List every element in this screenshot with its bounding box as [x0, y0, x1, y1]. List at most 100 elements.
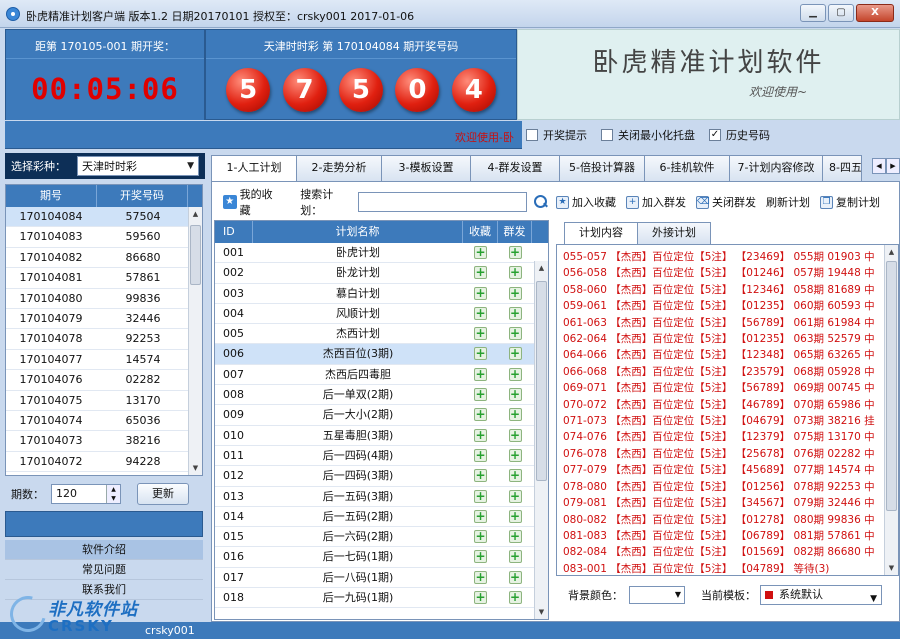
table-row[interactable]: 018 后一九码(1期) + + — [215, 588, 548, 609]
tab-broadcast[interactable]: 4-群发设置 — [470, 155, 560, 181]
broadcast-add-button[interactable]: + — [498, 304, 532, 323]
table-row[interactable]: 008 后一单双(2期) + + — [215, 385, 548, 406]
broadcast-add-button[interactable]: + — [498, 487, 532, 506]
refresh-button[interactable]: 更新 — [137, 483, 189, 505]
history-scrollbar[interactable]: ▲ ▼ — [188, 207, 202, 475]
table-row[interactable]: 013 后一五码(3期) + + — [215, 487, 548, 507]
table-row[interactable]: 014 后一五码(2期) + + — [215, 507, 548, 528]
maximize-button[interactable]: ▢ — [828, 4, 854, 22]
template-select[interactable]: 系统默认 ▼ — [760, 585, 882, 605]
table-row[interactable]: 170104076 02282 — [6, 370, 202, 391]
scroll-down-icon[interactable]: ▼ — [885, 561, 898, 575]
broadcast-add-button[interactable]: + — [498, 365, 532, 384]
search-icon[interactable] — [533, 194, 549, 210]
favorite-add-button[interactable]: + — [463, 568, 498, 587]
copy-plan-button[interactable]: ❐ 复制计划 — [820, 194, 880, 210]
favorite-add-button[interactable]: + — [463, 507, 498, 526]
refresh-plan-button[interactable]: 刷新计划 — [766, 194, 810, 210]
table-row[interactable]: 007 杰西后四毒胆 + + — [215, 365, 548, 386]
broadcast-add-button[interactable]: + — [498, 466, 532, 485]
subtab-plan-content[interactable]: 计划内容 — [564, 222, 638, 244]
favorite-add-button[interactable]: + — [463, 324, 498, 343]
table-row[interactable]: 002 卧龙计划 + + — [215, 263, 548, 284]
scroll-down-icon[interactable]: ▼ — [189, 461, 202, 475]
broadcast-add-button[interactable]: + — [498, 568, 532, 587]
close-broadcast-button[interactable]: ⌫ 关闭群发 — [696, 194, 756, 210]
table-row[interactable]: 006 杰西百位(3期) + + — [215, 344, 548, 365]
scroll-thumb[interactable] — [886, 261, 897, 511]
close-button[interactable]: X — [856, 4, 894, 22]
favorite-add-button[interactable]: + — [463, 243, 498, 262]
broadcast-add-button[interactable]: + — [498, 507, 532, 526]
table-row[interactable]: 005 杰西计划 + + — [215, 324, 548, 345]
table-row[interactable]: 170104079 32446 — [6, 309, 202, 330]
favorite-add-button[interactable]: + — [463, 284, 498, 303]
table-row[interactable]: 170104075 13170 — [6, 391, 202, 411]
tab-plan-edit[interactable]: 7-计划内容修改 — [729, 155, 823, 181]
table-row[interactable]: 017 后一八码(1期) + + — [215, 568, 548, 589]
nav-item-intro[interactable]: 软件介绍 — [5, 540, 203, 560]
table-row[interactable]: 001 卧虎计划 + + — [215, 243, 548, 264]
favorite-add-button[interactable]: + — [463, 446, 498, 465]
scroll-down-icon[interactable]: ▼ — [535, 605, 548, 619]
table-row[interactable]: 009 后一大小(2期) + + — [215, 405, 548, 426]
table-row[interactable]: 170104080 99836 — [6, 289, 202, 309]
spin-arrows-icon[interactable]: ▲ ▼ — [106, 485, 120, 503]
scroll-up-icon[interactable]: ▲ — [885, 245, 898, 259]
table-row[interactable]: 170104084 57504 — [6, 207, 202, 228]
my-favorites-button[interactable]: 我的收藏 — [240, 186, 283, 218]
broadcast-add-button[interactable]: + — [498, 547, 532, 566]
broadcast-add-button[interactable]: + — [498, 588, 532, 607]
scroll-thumb[interactable] — [190, 225, 201, 285]
tab-trend[interactable]: 2-走势分析 — [296, 155, 382, 181]
lottery-select[interactable]: 天津时时彩 ▼ — [77, 156, 199, 176]
tab-calculator[interactable]: 5-倍投计算器 — [559, 155, 645, 181]
favorite-add-button[interactable]: + — [463, 426, 498, 445]
subtab-external-plan[interactable]: 外接计划 — [637, 222, 711, 244]
tab-more[interactable]: 8-四五 — [822, 155, 862, 181]
tab-hangup[interactable]: 6-挂机软件 — [644, 155, 730, 181]
minimize-button[interactable]: ▁ — [800, 4, 826, 22]
chevron-left-icon[interactable]: ◀ — [872, 158, 886, 174]
bg-color-picker[interactable]: ▼ — [629, 586, 685, 604]
scroll-up-icon[interactable]: ▲ — [189, 207, 202, 221]
plan-content-box[interactable]: 055-057 【杰西】百位定位【5注】 【23469】 055期 01903 … — [556, 244, 899, 576]
table-row[interactable]: 170104081 57861 — [6, 268, 202, 289]
favorite-add-button[interactable]: + — [463, 263, 498, 282]
scroll-up-icon[interactable]: ▲ — [535, 261, 548, 275]
table-row[interactable]: 170104082 86680 — [6, 248, 202, 269]
add-broadcast-button[interactable]: + 加入群发 — [626, 194, 686, 210]
tab-template[interactable]: 3-模板设置 — [381, 155, 471, 181]
search-input[interactable] — [357, 192, 528, 212]
favorite-add-button[interactable]: + — [463, 344, 498, 363]
favorite-add-button[interactable]: + — [463, 304, 498, 323]
favorite-add-button[interactable]: + — [463, 466, 498, 485]
add-favorite-button[interactable]: ★ 加入收藏 — [556, 194, 616, 210]
favorite-add-button[interactable]: + — [463, 405, 498, 424]
table-row[interactable]: 170104077 14574 — [6, 350, 202, 371]
table-row[interactable]: 016 后一七码(1期) + + — [215, 547, 548, 568]
nav-item-faq[interactable]: 常见问题 — [5, 560, 203, 580]
broadcast-add-button[interactable]: + — [498, 446, 532, 465]
favorite-add-button[interactable]: + — [463, 487, 498, 506]
broadcast-add-button[interactable]: + — [498, 405, 532, 424]
table-row[interactable]: 170104078 92253 — [6, 329, 202, 350]
option-history-numbers[interactable]: ✓ 历史号码 — [709, 127, 770, 143]
plan-list-scrollbar[interactable]: ▲ ▼ — [534, 261, 548, 619]
chevron-right-icon[interactable]: ▶ — [886, 158, 900, 174]
table-row[interactable]: 003 慕白计划 + + — [215, 284, 548, 304]
broadcast-add-button[interactable]: + — [498, 385, 532, 404]
table-row[interactable]: 015 后一六码(2期) + + — [215, 527, 548, 548]
table-row[interactable]: 170104083 59560 — [6, 227, 202, 248]
table-row[interactable]: 010 五星毒胆(3期) + + — [215, 426, 548, 446]
checkbox[interactable] — [601, 129, 613, 141]
periods-input[interactable]: 120 ▲ ▼ — [51, 484, 121, 504]
favorite-add-button[interactable]: + — [463, 385, 498, 404]
broadcast-add-button[interactable]: + — [498, 243, 532, 262]
table-row[interactable]: 012 后一四码(3期) + + — [215, 466, 548, 487]
favorite-add-button[interactable]: + — [463, 547, 498, 566]
table-row[interactable]: 004 风顺计划 + + — [215, 304, 548, 325]
plan-content-scrollbar[interactable]: ▲ ▼ — [884, 245, 898, 575]
scroll-thumb[interactable] — [536, 281, 547, 481]
option-draw-notify[interactable]: 开奖提示 — [526, 127, 587, 143]
